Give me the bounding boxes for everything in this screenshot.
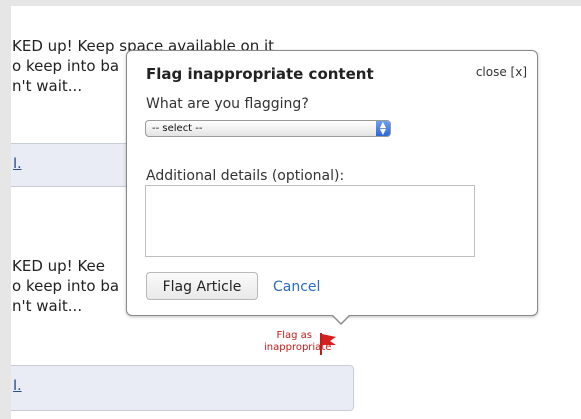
popup-title: Flag inappropriate content — [146, 65, 374, 83]
article-box-link-1[interactable]: I. — [13, 156, 22, 172]
flag-pole — [320, 333, 322, 355]
article-excerpt-2-line-1: KED up! Kee — [12, 257, 105, 275]
article-box-link-2[interactable]: I. — [13, 378, 22, 394]
red-flag-icon[interactable] — [318, 332, 338, 356]
flag-article-button[interactable]: Flag Article — [146, 272, 258, 300]
popup-arrow-fill — [332, 314, 350, 323]
flag-as-inappropriate-link[interactable]: Flag as inappropriate — [264, 330, 331, 354]
flag-link-line-1: Flag as — [276, 330, 312, 341]
article-excerpt-2-line-3: n't wait... — [12, 297, 83, 315]
flag-reason-select-value: -- select -- — [152, 123, 203, 134]
details-textarea[interactable] — [145, 185, 475, 257]
top-border — [0, 0, 581, 6]
left-border — [0, 0, 11, 419]
page: KED up! Keep space available on it o kee… — [0, 0, 581, 419]
flag-reason-select[interactable]: -- select -- ▲ ▼ — [145, 120, 391, 137]
flag-reason-label: What are you flagging? — [146, 96, 309, 112]
article-excerpt-2: KED up! Kee o keep into ba n't wait... — [12, 256, 119, 316]
flag-content-popup: Flag inappropriate content close [x] Wha… — [126, 50, 538, 325]
cancel-link[interactable]: Cancel — [273, 279, 320, 295]
close-popup-link[interactable]: close [x] — [476, 65, 527, 79]
flag-cloth — [322, 334, 336, 345]
details-label: Additional details (optional): — [146, 168, 345, 184]
select-arrows-icon: ▲ ▼ — [376, 121, 390, 136]
article-excerpt-2-line-2: o keep into ba — [12, 277, 120, 295]
article-action-box-2: I. — [11, 365, 354, 411]
